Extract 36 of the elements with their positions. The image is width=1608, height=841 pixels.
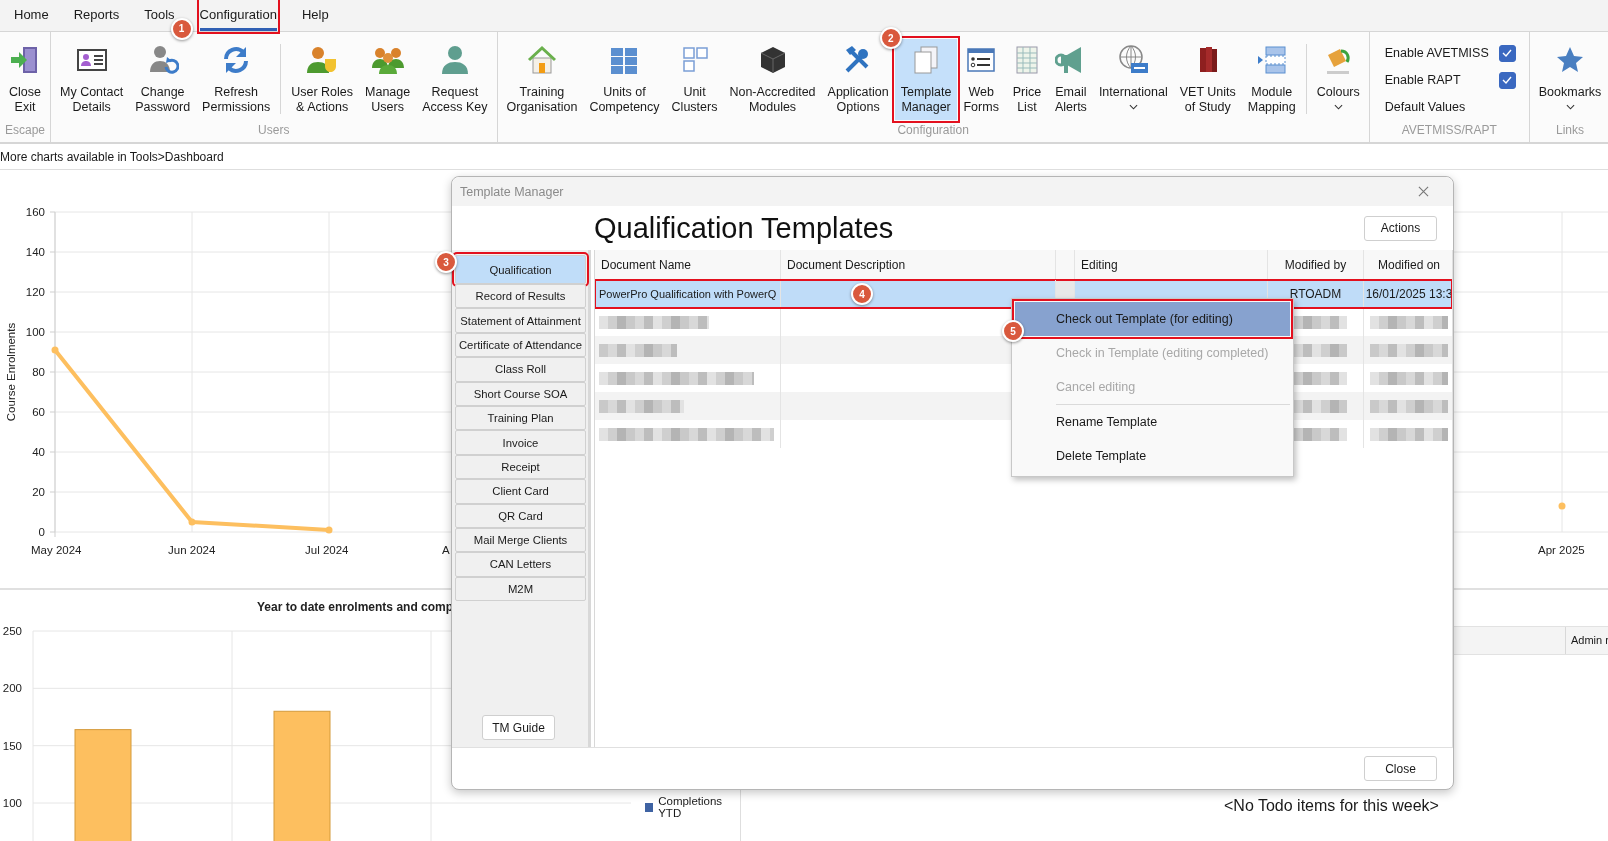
tick-label: 80 <box>32 366 45 378</box>
window-title: Template Manager <box>460 184 564 199</box>
tick-label: 100 <box>2 797 22 809</box>
tick-label: 250 <box>2 625 22 637</box>
tick-label: May 2024 <box>31 544 82 556</box>
tick-label: 20 <box>32 486 45 498</box>
column-header: Admin r <box>1565 627 1608 654</box>
legend-label: Completions YTD <box>658 795 724 819</box>
table-cell: PowerPro Qualification with PowerQ <box>595 280 781 308</box>
group-label: Escape <box>4 122 46 139</box>
empty-message: <No Todo items for this week> <box>1224 797 1440 815</box>
group-label: Links <box>1555 122 1586 139</box>
column-header: Modified on <box>1376 256 1441 274</box>
tick-label: 200 <box>2 682 22 695</box>
axis-label: Course Enrolments <box>5 322 17 422</box>
group-label: Configuration <box>896 122 970 139</box>
tick-label: 140 <box>25 246 45 258</box>
option-label: Enable RAPT <box>1384 73 1462 87</box>
info-text: More charts available in Tools>Dashboard <box>0 149 224 164</box>
tick-label: 100 <box>25 326 45 338</box>
group-label: Users <box>257 122 291 139</box>
callout-badge: 2 <box>879 27 902 49</box>
tick-label: 0 <box>38 526 45 538</box>
tick-label: 60 <box>32 406 45 418</box>
tick-label: 160 <box>25 206 45 218</box>
tick-label: Jun 2024 <box>168 544 216 556</box>
tick-label: Apr 2025 <box>1538 544 1585 556</box>
callout-badge: 3 <box>435 251 457 273</box>
callout-badge: 4 <box>851 283 873 305</box>
tick-label: 40 <box>32 446 45 458</box>
dialog-heading: Qualification Templates <box>594 211 894 245</box>
group-label: AVETMISS/RAPT <box>1400 122 1498 139</box>
tick-label: 120 <box>25 286 45 298</box>
tick-label: 150 <box>2 739 22 752</box>
tick-label: Jul 2024 <box>305 544 349 556</box>
tick-label: A <box>442 544 450 556</box>
